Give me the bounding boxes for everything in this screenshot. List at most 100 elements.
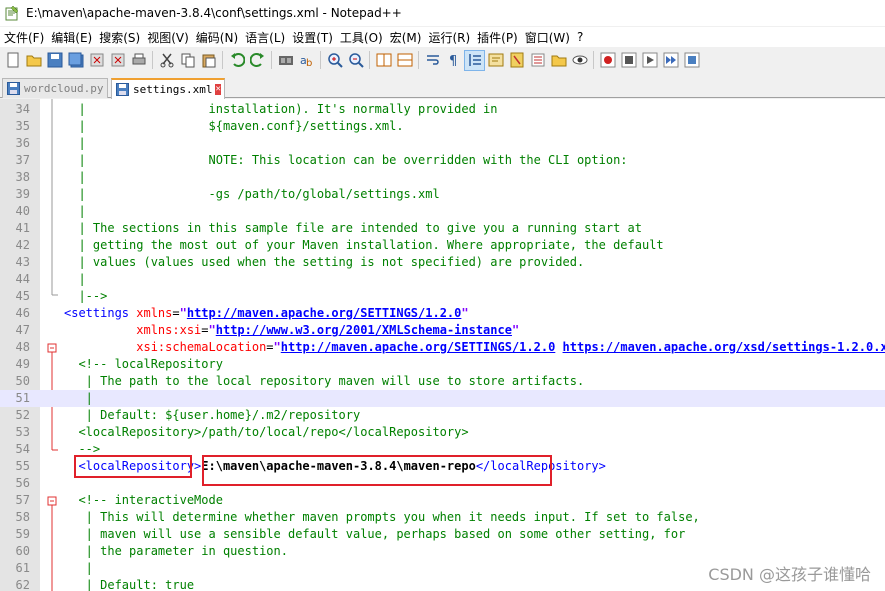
file-saved-icon	[116, 83, 129, 96]
code-line[interactable]: 38 |	[0, 169, 885, 186]
line-content: <settings xmlns="http://maven.apache.org…	[64, 306, 469, 320]
line-number: 36	[15, 136, 30, 150]
line-content: <localRepository>E:\maven\apache-maven-3…	[78, 459, 606, 473]
title-bar: E:\maven\apache-maven-3.8.4\conf\setting…	[0, 0, 885, 26]
code-line[interactable]: 50 | The path to the local repository ma…	[0, 373, 885, 390]
code-line[interactable]: 53 <localRepository>/path/to/local/repo<…	[0, 424, 885, 441]
code-line[interactable]: 55 <localRepository>E:\maven\apache-mave…	[0, 458, 885, 475]
line-content: |	[64, 391, 93, 405]
line-number: 40	[15, 204, 30, 218]
line-content: |	[64, 136, 86, 150]
code-line[interactable]: 51 |	[0, 390, 885, 407]
code-line[interactable]: 44 |	[0, 271, 885, 288]
monitoring-icon[interactable]	[569, 50, 590, 71]
code-line[interactable]: 40 |	[0, 203, 885, 220]
code-line[interactable]: 36 |	[0, 135, 885, 152]
code-line[interactable]: 48 xsi:schemaLocation="http://maven.apac…	[0, 339, 885, 356]
zoom-in-icon[interactable]	[324, 50, 345, 71]
tab-wordcloud[interactable]: wordcloud.py	[2, 78, 108, 98]
code-line[interactable]: 57 <!-- interactiveMode	[0, 492, 885, 509]
close-icon[interactable]: ✕	[215, 84, 221, 95]
code-line[interactable]: 54 -->	[0, 441, 885, 458]
menu-item-10[interactable]: 插件(P)	[477, 29, 525, 46]
cut-icon[interactable]	[156, 50, 177, 71]
save-icon[interactable]	[44, 50, 65, 71]
save-all-icon[interactable]	[65, 50, 86, 71]
new-file-icon[interactable]	[2, 50, 23, 71]
editor[interactable]: 34 | installation). It's normally provid…	[0, 99, 885, 591]
play-macro-icon[interactable]	[639, 50, 660, 71]
line-number: 37	[15, 153, 30, 167]
code-line[interactable]: 41 | The sections in this sample file ar…	[0, 220, 885, 237]
code-line[interactable]: 56	[0, 475, 885, 492]
close-all-icon[interactable]	[107, 50, 128, 71]
line-number: 38	[15, 170, 30, 184]
line-content: |	[64, 272, 86, 286]
toolbar-separator	[418, 51, 419, 69]
open-file-icon[interactable]	[23, 50, 44, 71]
line-number: 62	[15, 578, 30, 591]
toolbar: a b ¶	[0, 48, 885, 72]
line-number: 60	[15, 544, 30, 558]
line-number: 39	[15, 187, 30, 201]
code-line[interactable]: 47 xmlns:xsi="http://www.w3.org/2001/XML…	[0, 322, 885, 339]
user-lang-icon[interactable]	[485, 50, 506, 71]
record-macro-icon[interactable]	[597, 50, 618, 71]
code-line[interactable]: 35 | ${maven.conf}/settings.xml.	[0, 118, 885, 135]
menu-item-2[interactable]: 搜索(S)	[99, 29, 147, 46]
function-list-icon[interactable]	[527, 50, 548, 71]
menu-item-4[interactable]: 编码(N)	[196, 29, 245, 46]
menu-item-3[interactable]: 视图(V)	[147, 29, 196, 46]
code-line[interactable]: 59 | maven will use a sensible default v…	[0, 526, 885, 543]
undo-icon[interactable]	[226, 50, 247, 71]
toolbar-separator	[593, 51, 594, 69]
code-line[interactable]: 45 |-->	[0, 288, 885, 305]
code-line[interactable]: 37 | NOTE: This location can be overridd…	[0, 152, 885, 169]
toolbar-separator	[152, 51, 153, 69]
menu-item-11[interactable]: 窗口(W)	[525, 29, 577, 46]
code-line[interactable]: 42 | getting the most out of your Maven …	[0, 237, 885, 254]
code-line[interactable]: 58 | This will determine whether maven p…	[0, 509, 885, 526]
menu-item-6[interactable]: 设置(T)	[292, 29, 340, 46]
stop-macro-icon[interactable]	[618, 50, 639, 71]
file-saved-icon	[7, 82, 20, 95]
copy-icon[interactable]	[177, 50, 198, 71]
folder-workspace-icon[interactable]	[548, 50, 569, 71]
code-line[interactable]: 52 | Default: ${user.home}/.m2/repositor…	[0, 407, 885, 424]
print-icon[interactable]	[128, 50, 149, 71]
code-line[interactable]: 39 | -gs /path/to/global/settings.xml	[0, 186, 885, 203]
sync-vertical-icon[interactable]	[373, 50, 394, 71]
redo-icon[interactable]	[247, 50, 268, 71]
code-line[interactable]: 60 | the parameter in question.	[0, 543, 885, 560]
menu-item-9[interactable]: 运行(R)	[428, 29, 477, 46]
menu-item-8[interactable]: 宏(M)	[390, 29, 429, 46]
menu-item-1[interactable]: 编辑(E)	[51, 29, 99, 46]
code-line[interactable]: 49 <!-- localRepository	[0, 356, 885, 373]
code-lines[interactable]: 34 | installation). It's normally provid…	[0, 101, 885, 591]
tab-settings-xml[interactable]: settings.xml ✕	[111, 78, 225, 99]
code-line[interactable]: 34 | installation). It's normally provid…	[0, 101, 885, 118]
sync-horizontal-icon[interactable]	[394, 50, 415, 71]
paste-icon[interactable]	[198, 50, 219, 71]
line-content: | NOTE: This location can be overridden …	[64, 153, 628, 167]
menu-item-0[interactable]: 文件(F)	[4, 29, 51, 46]
indent-guide-icon[interactable]	[464, 49, 485, 71]
doc-map-icon[interactable]	[506, 50, 527, 71]
code-line[interactable]: 43 | values (values used when the settin…	[0, 254, 885, 271]
word-wrap-icon[interactable]	[422, 50, 443, 71]
save-macro-icon[interactable]	[681, 50, 702, 71]
line-content: | Default: true	[64, 578, 195, 591]
menu-item-5[interactable]: 语言(L)	[245, 29, 292, 46]
replace-icon[interactable]: ab	[296, 50, 317, 71]
zoom-out-icon[interactable]	[345, 50, 366, 71]
line-content: <localRepository>/path/to/local/repo</lo…	[64, 425, 469, 439]
line-content: | The sections in this sample file are i…	[64, 221, 642, 235]
run-macro-multiple-icon[interactable]	[660, 50, 681, 71]
find-icon[interactable]	[275, 50, 296, 71]
window-title: E:\maven\apache-maven-3.8.4\conf\setting…	[26, 6, 402, 20]
code-line[interactable]: 46 <settings xmlns="http://maven.apache.o…	[0, 305, 885, 322]
menu-item-12[interactable]: ?	[577, 30, 590, 44]
show-all-chars-icon[interactable]: ¶	[443, 50, 464, 71]
close-file-icon[interactable]	[86, 50, 107, 71]
menu-item-7[interactable]: 工具(O)	[340, 29, 390, 46]
